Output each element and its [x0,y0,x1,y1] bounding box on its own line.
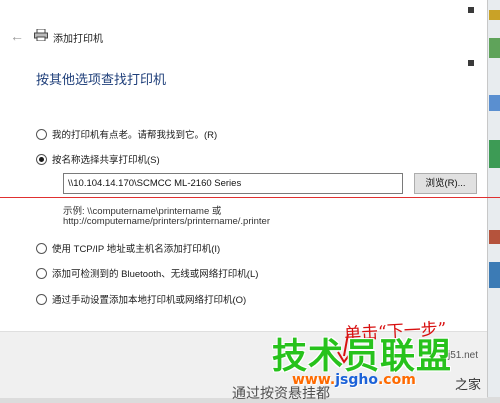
option-bluetooth-wireless[interactable]: 添加可检测到的 Bluetooth、无线或网络打印机(L) [36,266,258,280]
watermark-small: j51.net [448,350,479,361]
bottom-partial-text: 通过按资悬挂都 [232,385,330,401]
example-line-1: 示例: \\computername\printername 或 [63,206,222,217]
watermark-zhijia: 之家 [455,377,482,392]
shared-printer-name-input[interactable]: \\10.104.14.170\SCMCC ML-2160 Series [63,173,403,194]
browse-button[interactable]: 浏览(R)... [414,173,477,194]
option-manual-local[interactable]: 通过手动设置添加本地打印机或网络打印机(O) [36,292,246,306]
radio-manual-local[interactable] [36,293,47,305]
watermark-url-domain: jsgho [335,372,378,388]
option-manual-local-label: 通过手动设置添加本地打印机或网络打印机(O) [52,295,247,306]
option-old-printer[interactable]: 我的打印机有点老。请帮我找到它。(R) [36,127,217,141]
example-line-2: http://computername/printers/printername… [63,216,270,227]
radio-old-printer[interactable] [36,128,47,140]
printer-icon [34,29,48,41]
option-tcpip-label: 使用 TCP/IP 地址或主机名添加打印机(I) [52,244,221,255]
annotation-red-line [0,197,500,198]
option-shared-by-name-label: 按名称选择共享打印机(S) [52,155,160,166]
corner-marker-top [468,7,474,13]
window-title: 添加打印机 [53,34,103,45]
page-heading: 按其他选项查找打印机 [36,72,167,87]
option-bluetooth-wireless-label: 添加可检测到的 Bluetooth、无线或网络打印机(L) [52,269,259,280]
radio-tcpip[interactable] [36,242,47,254]
radio-shared-by-name[interactable] [36,153,47,165]
watermark-url-suffix: .com [377,372,416,388]
background-window-strip [488,0,500,397]
option-shared-by-name[interactable]: 按名称选择共享打印机(S) [36,152,160,166]
radio-bluetooth-wireless[interactable] [36,267,47,279]
option-tcpip[interactable]: 使用 TCP/IP 地址或主机名添加打印机(I) [36,241,220,255]
corner-marker-mid [468,60,474,66]
option-old-printer-label: 我的打印机有点老。请帮我找到它。(R) [52,130,218,141]
back-arrow-icon[interactable]: ← [10,27,24,45]
